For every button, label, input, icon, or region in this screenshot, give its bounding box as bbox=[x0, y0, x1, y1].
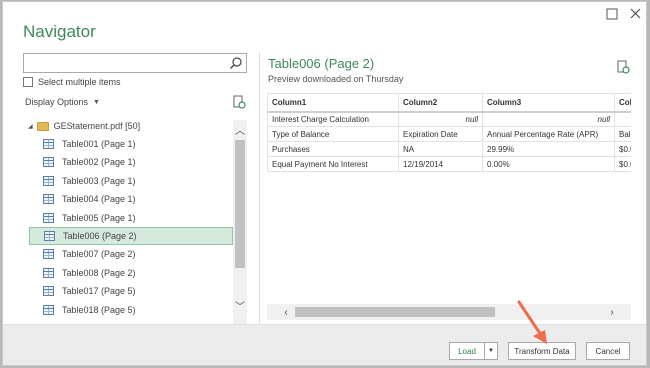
preview-horizontal-scrollbar[interactable]: ‹ › bbox=[267, 304, 631, 320]
scroll-thumb[interactable] bbox=[295, 307, 495, 317]
tree-item-label: Table006 (Page 2) bbox=[63, 231, 137, 241]
search-input[interactable] bbox=[23, 53, 247, 73]
table-cell bbox=[614, 111, 631, 127]
tree-item-label: Table007 (Page 2) bbox=[62, 249, 136, 260]
tree-item-label: Table001 (Page 1) bbox=[62, 139, 136, 149]
table-row: Interest Charge Calculation null null bbox=[267, 111, 631, 127]
table-cell: null bbox=[482, 111, 615, 127]
load-button[interactable]: Load bbox=[449, 342, 485, 360]
table-icon bbox=[43, 212, 54, 223]
close-icon[interactable] bbox=[627, 5, 643, 21]
tree-item[interactable]: Table018 (Page 5) bbox=[29, 301, 233, 319]
cancel-button[interactable]: Cancel bbox=[586, 342, 630, 360]
scroll-up-icon[interactable]: ︿ bbox=[233, 122, 247, 137]
tree-item[interactable]: Table002 (Page 1) bbox=[29, 153, 233, 171]
column-header[interactable]: Column3 bbox=[482, 93, 615, 113]
navigator-dialog: Navigator Select multiple items Display … bbox=[2, 1, 647, 366]
scroll-thumb[interactable] bbox=[235, 140, 245, 268]
table-cell: 0.00% bbox=[482, 156, 615, 172]
tree-item-label: Table017 (Page 5) bbox=[62, 286, 136, 297]
table-row: PurchasesNA29.99%$0.0 bbox=[267, 141, 631, 157]
table-cell: NA bbox=[398, 141, 483, 157]
tree-item[interactable]: Table006 (Page 2) bbox=[29, 227, 233, 245]
table-cell: 12/19/2014 bbox=[398, 156, 483, 172]
table-icon bbox=[43, 175, 54, 186]
pointer-arrow-icon bbox=[517, 300, 547, 344]
folder-icon bbox=[36, 121, 49, 131]
checkbox[interactable] bbox=[23, 77, 33, 87]
column-header[interactable]: Column2 bbox=[398, 93, 483, 113]
tree-item[interactable]: Table005 (Page 1) bbox=[29, 209, 233, 227]
column-header[interactable]: Colu bbox=[614, 93, 631, 113]
table-cell: Purchases bbox=[267, 141, 399, 157]
preview-subtitle: Preview downloaded on Thursday bbox=[268, 74, 404, 84]
tree-root-file[interactable]: ◢ GEStatement.pdf [50] bbox=[28, 119, 140, 133]
table-icon bbox=[43, 194, 54, 205]
tree-item[interactable]: Table001 (Page 1) bbox=[29, 135, 233, 153]
table-cell: $0.0 bbox=[614, 141, 631, 157]
window-title: Navigator bbox=[23, 22, 96, 41]
tree-item-label: Table005 (Page 1) bbox=[62, 212, 136, 223]
search-icon[interactable] bbox=[229, 56, 243, 70]
tree-item-label: Table004 (Page 1) bbox=[62, 194, 136, 205]
table-icon bbox=[43, 267, 54, 278]
tree-item[interactable]: Table007 (Page 2) bbox=[29, 245, 233, 263]
scroll-left-icon[interactable]: ‹ bbox=[279, 305, 293, 319]
scroll-right-icon[interactable]: › bbox=[605, 305, 619, 319]
tree-item[interactable]: Table003 (Page 1) bbox=[29, 172, 233, 190]
table-cell: Interest Charge Calculation bbox=[267, 111, 399, 127]
panel-divider bbox=[259, 52, 260, 324]
navigator-tree: ◢ GEStatement.pdf [50] Table001 (Page 1)… bbox=[23, 116, 235, 324]
table-icon bbox=[44, 231, 55, 241]
table-cell: Expiration Date bbox=[398, 126, 483, 142]
table-cell: 29.99% bbox=[482, 141, 615, 157]
tree-root-label: GEStatement.pdf [50] bbox=[53, 121, 141, 131]
table-cell: Type of Balance bbox=[267, 126, 399, 142]
tree-item[interactable]: Table008 (Page 2) bbox=[29, 264, 233, 282]
scroll-down-icon[interactable]: ﹀ bbox=[233, 298, 247, 313]
tree-vertical-scrollbar[interactable]: ︿ ﹀ bbox=[233, 120, 247, 324]
caret-down-icon: ▼ bbox=[93, 98, 100, 106]
table-cell: null bbox=[398, 111, 483, 127]
load-dropdown-icon[interactable]: ▼ bbox=[484, 342, 498, 360]
tree-item-label: Table008 (Page 2) bbox=[62, 267, 136, 278]
table-cell: $0.0 bbox=[614, 156, 631, 172]
preview-table: Column1Column2Column3Colu Interest Charg… bbox=[267, 93, 631, 173]
table-icon bbox=[43, 157, 54, 168]
select-multiple-checkbox[interactable]: Select multiple items bbox=[23, 77, 121, 87]
table-cell: Bala bbox=[614, 126, 631, 142]
tree-item-label: Table002 (Page 1) bbox=[62, 157, 136, 168]
maximize-icon[interactable] bbox=[605, 7, 619, 21]
refresh-icon[interactable] bbox=[616, 60, 630, 74]
table-icon bbox=[43, 139, 54, 149]
tree-item[interactable]: Table004 (Page 1) bbox=[29, 190, 233, 208]
display-options-label: Display Options bbox=[25, 97, 89, 107]
refresh-icon[interactable] bbox=[232, 95, 246, 109]
display-options-dropdown[interactable]: Display Options ▼ bbox=[25, 97, 100, 107]
tree-item-label: Table003 (Page 1) bbox=[62, 175, 136, 186]
table-row: Equal Payment No Interest 12/19/2014 0.00%… bbox=[267, 156, 631, 172]
preview-title: Table006 (Page 2) bbox=[268, 56, 375, 71]
tree-item[interactable]: Table017 (Page 5) bbox=[29, 282, 233, 300]
tree-item-label: Table018 (Page 5) bbox=[62, 304, 136, 315]
table-cell: Equal Payment No Interest bbox=[267, 156, 399, 172]
collapse-icon[interactable]: ◢ bbox=[28, 123, 33, 130]
table-row: Type of Balance Expiration Date Annual Per… bbox=[267, 126, 631, 142]
table-icon bbox=[43, 304, 54, 315]
column-header[interactable]: Column1 bbox=[267, 93, 399, 113]
table-cell: Annual Percentage Rate (APR) bbox=[482, 126, 615, 142]
table-icon bbox=[43, 249, 54, 260]
select-multiple-label: Select multiple items bbox=[38, 77, 121, 87]
table-icon bbox=[43, 286, 54, 297]
